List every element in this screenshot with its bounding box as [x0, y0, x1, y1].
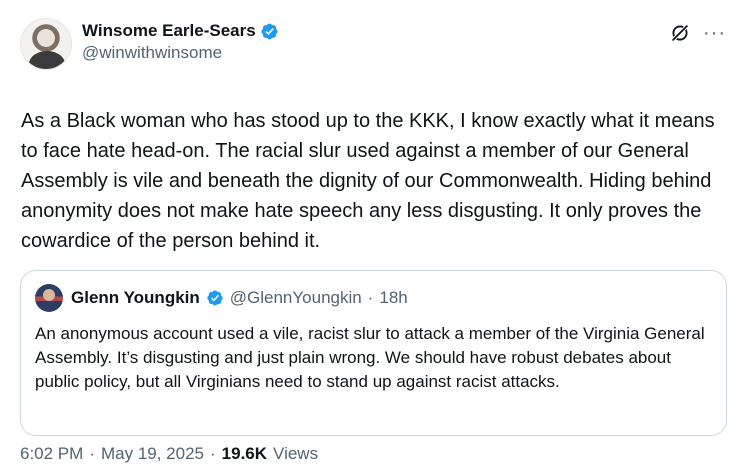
views-count: 19.6K — [221, 444, 268, 463]
post-date[interactable]: May 19, 2025 — [101, 444, 204, 464]
post-time[interactable]: 6:02 PM — [20, 444, 83, 464]
author-handle[interactable]: @winwithwinsome — [82, 43, 279, 63]
author-avatar[interactable] — [20, 18, 72, 70]
quoted-author-display-name[interactable]: Glenn Youngkin — [71, 288, 200, 308]
quoted-verified-badge-icon — [207, 290, 223, 306]
more-icon[interactable]: ··· — [703, 23, 726, 43]
footer-separator: · — [89, 444, 95, 463]
quoted-author-handle[interactable]: @GlennYoungkin — [230, 288, 362, 308]
display-name-row: Winsome Earle-Sears — [82, 21, 279, 41]
author-display-name[interactable]: Winsome Earle-Sears — [82, 21, 256, 41]
header-actions: ··· — [669, 22, 726, 44]
views-label: Views — [273, 444, 319, 463]
quoted-author-avatar[interactable] — [35, 284, 63, 312]
quoted-tweet-header: Glenn Youngkin @GlennYoungkin · 18h — [35, 284, 712, 312]
tweet: Winsome Earle-Sears @winwithwinsome ··· … — [0, 0, 744, 476]
grok-icon[interactable] — [669, 22, 691, 44]
verified-badge-icon — [261, 23, 278, 39]
footer-separator: · — [210, 444, 216, 463]
quoted-tweet-text: An anonymous account used a vile, racist… — [35, 324, 705, 391]
tweet-body: As a Black woman who has stood up to the… — [21, 110, 715, 252]
author-names: Winsome Earle-Sears @winwithwinsome — [82, 18, 279, 63]
tweet-footer: 6:02 PM · May 19, 2025 · 19.6K Views — [20, 444, 318, 464]
quoted-timestamp[interactable]: 18h — [379, 288, 407, 308]
quoted-tweet[interactable]: Glenn Youngkin @GlennYoungkin · 18h An a… — [20, 270, 727, 436]
quoted-separator: · — [367, 288, 374, 307]
tweet-header: Winsome Earle-Sears @winwithwinsome ··· — [20, 18, 728, 72]
